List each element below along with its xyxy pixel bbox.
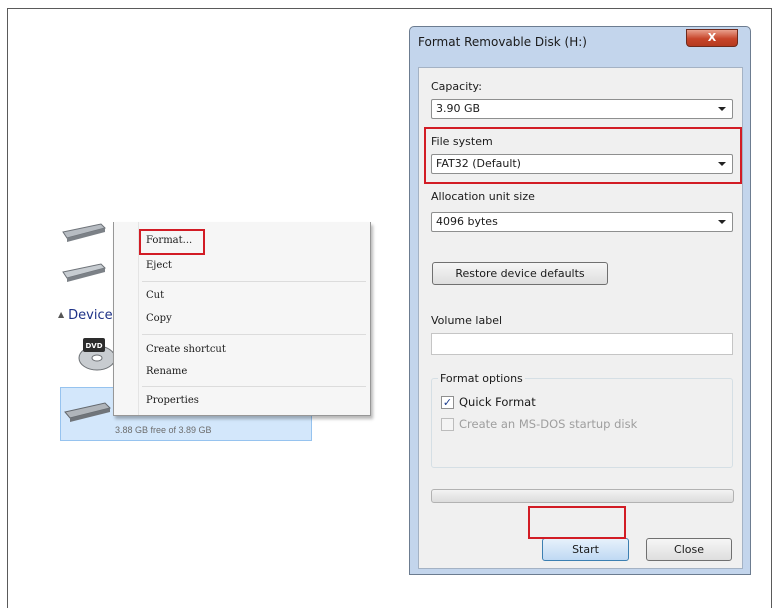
- capacity-value: 3.90 GB: [436, 102, 481, 115]
- menu-item-rename[interactable]: Rename: [146, 366, 187, 377]
- menu-separator: [142, 334, 366, 335]
- quick-format-checkbox[interactable]: ✓: [441, 396, 454, 409]
- menu-item-copy[interactable]: Copy: [146, 313, 172, 324]
- msdos-startup-checkbox[interactable]: [441, 418, 454, 431]
- volume-label-input[interactable]: [431, 333, 733, 355]
- removable-drive-icon[interactable]: [61, 262, 107, 284]
- drive-free-space: 3.88 GB free of 3.89 GB: [115, 425, 212, 435]
- dropdown-arrow-icon[interactable]: [718, 107, 726, 111]
- dvd-icon-text: DVD: [85, 342, 102, 350]
- restore-defaults-button[interactable]: Restore device defaults: [432, 262, 608, 285]
- menu-item-create-shortcut[interactable]: Create shortcut: [146, 344, 226, 355]
- start-button[interactable]: Start: [542, 538, 629, 561]
- format-dialog: Format Removable Disk (H:) X Capacity: 3…: [409, 26, 751, 575]
- menu-item-cut[interactable]: Cut: [146, 290, 164, 301]
- dialog-title: Format Removable Disk (H:): [418, 35, 587, 49]
- highlight-format-menu-item: [139, 229, 205, 255]
- usb-drive-icon[interactable]: [63, 400, 113, 424]
- dvd-drive-icon[interactable]: DVD: [77, 332, 117, 374]
- menu-item-eject[interactable]: Eject: [146, 260, 172, 271]
- menu-separator: [142, 281, 366, 282]
- format-options-label: Format options: [438, 372, 525, 385]
- dropdown-arrow-icon[interactable]: [718, 220, 726, 224]
- removable-drive-icon[interactable]: [61, 222, 107, 244]
- devices-section-header[interactable]: ▲ Device: [58, 308, 113, 323]
- highlight-file-system: [424, 127, 742, 184]
- title-close-button[interactable]: X: [686, 29, 738, 47]
- menu-separator: [142, 386, 366, 387]
- capacity-select[interactable]: 3.90 GB: [431, 99, 733, 119]
- quick-format-label: Quick Format: [459, 395, 536, 409]
- highlight-start-button: [528, 506, 626, 539]
- allocation-unit-select[interactable]: 4096 bytes: [431, 212, 733, 232]
- collapse-triangle-icon[interactable]: ▲: [58, 310, 64, 319]
- format-progress-bar: [431, 489, 734, 503]
- allocation-unit-value: 4096 bytes: [436, 215, 498, 228]
- allocation-unit-label: Allocation unit size: [431, 190, 535, 203]
- capacity-label: Capacity:: [431, 80, 482, 93]
- msdos-startup-label: Create an MS-DOS startup disk: [459, 417, 638, 431]
- volume-label-caption: Volume label: [431, 314, 503, 327]
- close-button[interactable]: Close: [646, 538, 732, 561]
- menu-item-properties[interactable]: Properties: [146, 395, 199, 406]
